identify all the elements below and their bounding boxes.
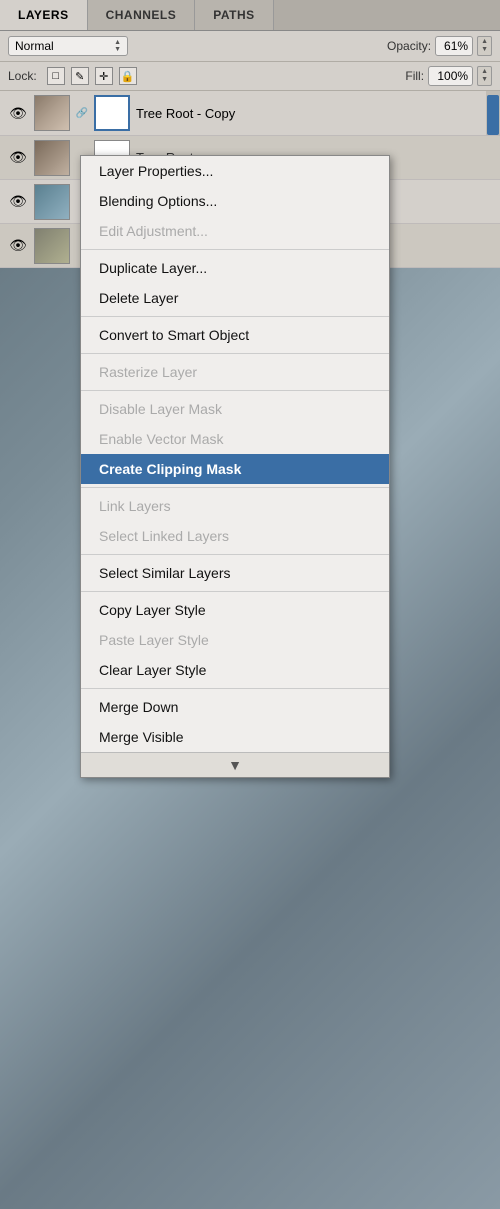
menu-item-create-clipping-mask[interactable]: Create Clipping Mask xyxy=(81,454,389,484)
layer-thumbnail xyxy=(34,95,70,131)
opacity-stepper[interactable]: ▲ ▼ xyxy=(477,36,492,55)
opacity-group: Opacity: 61% ▲ ▼ xyxy=(387,36,492,56)
menu-separator-8 xyxy=(81,688,389,689)
menu-separator-2 xyxy=(81,316,389,317)
menu-item-select-similar-layers[interactable]: Select Similar Layers xyxy=(81,558,389,588)
panel-tabs: LAYERS CHANNELS PATHS xyxy=(0,0,500,31)
menu-separator-4 xyxy=(81,390,389,391)
menu-item-disable-layer-mask: Disable Layer Mask xyxy=(81,394,389,424)
layer-thumb-image xyxy=(35,96,69,130)
layer-thumb-2 xyxy=(34,140,70,176)
layer-link-icon: 🔗 xyxy=(76,103,88,123)
layer-visibility-eye[interactable]: 👁 xyxy=(8,103,28,123)
menu-item-layer-properties[interactable]: Layer Properties... xyxy=(81,156,389,186)
menu-item-merge-down[interactable]: Merge Down xyxy=(81,692,389,722)
menu-item-clear-layer-style[interactable]: Clear Layer Style xyxy=(81,655,389,685)
opacity-up-arrow: ▲ xyxy=(481,38,488,46)
layers-scrollbar[interactable] xyxy=(486,91,500,135)
menu-separator-6 xyxy=(81,554,389,555)
menu-item-rasterize-layer: Rasterize Layer xyxy=(81,357,389,387)
menu-item-edit-adjustment: Edit Adjustment... xyxy=(81,216,389,246)
layer-mask-thumbnail xyxy=(94,95,130,131)
layer-thumb-3 xyxy=(34,184,70,220)
blend-mode-value: Normal xyxy=(15,39,54,53)
opacity-label: Opacity: xyxy=(387,39,431,53)
more-arrow-icon: ▼ xyxy=(228,757,242,773)
layer-eye-2[interactable]: 👁 xyxy=(8,148,28,168)
context-menu: Layer Properties... Blending Options... … xyxy=(80,155,390,778)
lock-transparent-pixels[interactable]: □ xyxy=(47,67,65,85)
fill-label: Fill: xyxy=(405,69,424,83)
lock-label: Lock: xyxy=(8,69,37,83)
menu-item-link-layers: Link Layers xyxy=(81,491,389,521)
tab-layers[interactable]: LAYERS xyxy=(0,0,88,30)
tab-channels[interactable]: CHANNELS xyxy=(88,0,196,30)
fill-stepper[interactable]: ▲ ▼ xyxy=(477,66,492,85)
layer-eye-4[interactable]: 👁 xyxy=(8,236,28,256)
blend-mode-dropdown[interactable]: Normal ▲ ▼ xyxy=(8,36,128,56)
blend-opacity-row: Normal ▲ ▼ Opacity: 61% ▲ ▼ xyxy=(0,31,500,62)
menu-separator-1 xyxy=(81,249,389,250)
menu-item-copy-layer-style[interactable]: Copy Layer Style xyxy=(81,595,389,625)
lock-fill-row: Lock: □ ✎ ✛ 🔒 Fill: 100% ▲ ▼ xyxy=(0,62,500,91)
menu-item-select-linked-layers: Select Linked Layers xyxy=(81,521,389,551)
menu-separator-5 xyxy=(81,487,389,488)
menu-item-merge-visible[interactable]: Merge Visible xyxy=(81,722,389,752)
scrollbar-thumb[interactable] xyxy=(487,95,499,135)
menu-item-enable-vector-mask: Enable Vector Mask xyxy=(81,424,389,454)
menu-separator-7 xyxy=(81,591,389,592)
menu-item-duplicate-layer[interactable]: Duplicate Layer... xyxy=(81,253,389,283)
fill-up-arrow: ▲ xyxy=(481,68,488,76)
opacity-down-arrow: ▼ xyxy=(481,46,488,54)
layer-eye-3[interactable]: 👁 xyxy=(8,192,28,212)
layer-item-tree-root-copy[interactable]: 👁 🔗 Tree Root - Copy xyxy=(0,91,500,136)
lock-position[interactable]: ✛ xyxy=(95,67,113,85)
layer-thumb-4 xyxy=(34,228,70,264)
fill-down-arrow: ▼ xyxy=(481,76,488,84)
lock-image-pixels[interactable]: ✎ xyxy=(71,67,89,85)
opacity-input[interactable]: 61% xyxy=(435,36,473,56)
menu-item-convert-smart-object[interactable]: Convert to Smart Object xyxy=(81,320,389,350)
menu-more-arrow[interactable]: ▼ xyxy=(81,752,389,777)
blend-down-arrow: ▼ xyxy=(114,46,121,53)
blend-mode-arrows: ▲ ▼ xyxy=(114,39,121,53)
fill-input[interactable]: 100% xyxy=(428,66,473,86)
lock-all[interactable]: 🔒 xyxy=(119,67,137,85)
tab-paths[interactable]: PATHS xyxy=(195,0,273,30)
fill-group: Fill: 100% ▲ ▼ xyxy=(405,66,492,86)
menu-separator-3 xyxy=(81,353,389,354)
layer-name: Tree Root - Copy xyxy=(136,106,492,121)
menu-item-blending-options[interactable]: Blending Options... xyxy=(81,186,389,216)
menu-item-paste-layer-style: Paste Layer Style xyxy=(81,625,389,655)
menu-item-delete-layer[interactable]: Delete Layer xyxy=(81,283,389,313)
blend-up-arrow: ▲ xyxy=(114,39,121,46)
